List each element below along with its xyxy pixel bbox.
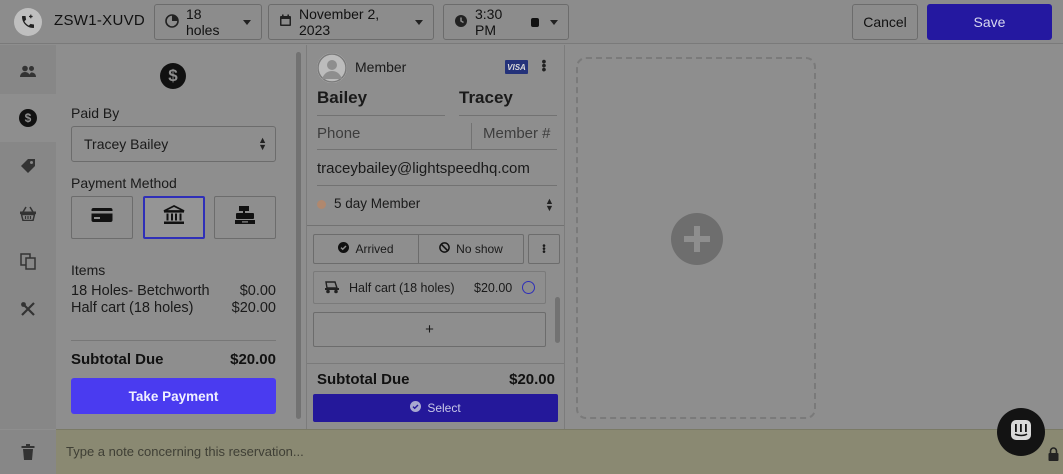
chevron-down-icon: [243, 19, 251, 25]
status-dot: [317, 199, 326, 209]
more-options-icon: • • •: [542, 240, 546, 258]
subtotal-value: $20.00: [509, 371, 555, 388]
membership-select[interactable]: 5 day Member: [317, 196, 420, 211]
select-button[interactable]: Select: [313, 394, 558, 422]
list-item: Half cart (18 holes) $20.00: [71, 300, 276, 316]
save-button[interactable]: Save: [927, 4, 1052, 40]
chat-button[interactable]: [997, 408, 1045, 456]
golf-cart-icon: [324, 280, 340, 297]
check-circle-icon: [410, 401, 422, 415]
check-in-group: Arrived No show: [313, 234, 524, 264]
color-swatch: [531, 17, 539, 27]
chat-icon: [1010, 419, 1032, 446]
clock-icon: [454, 14, 468, 31]
status-more-button[interactable]: • • •: [528, 234, 560, 264]
cart-item-name: Half cart (18 holes): [349, 281, 455, 295]
credit-card-icon: [91, 207, 113, 228]
no-show-label: No show: [456, 242, 503, 256]
item-name: Half cart (18 holes): [71, 300, 194, 316]
sort-icon: ▲ ▼: [258, 135, 267, 152]
bank-button[interactable]: [143, 196, 205, 239]
users-icon[interactable]: [0, 47, 56, 95]
membership-value: 5 day Member: [334, 196, 421, 211]
player-card: Member VISA • • • Bailey Tracey Phone Memb…: [306, 45, 565, 429]
plus-circle-icon[interactable]: [671, 213, 723, 265]
note-bar[interactable]: Type a note concerning this reservation.…: [56, 429, 1063, 474]
time-dropdown[interactable]: 3:30 PM: [443, 4, 569, 40]
reservation-id: ZSW1-XUVD: [54, 12, 146, 29]
scrollbar[interactable]: [296, 52, 301, 419]
phone-field[interactable]: Phone: [317, 125, 360, 142]
check-circle-icon: [338, 242, 350, 256]
scrollbar[interactable]: [555, 297, 560, 343]
lock-icon: [1048, 447, 1059, 466]
dollar-icon[interactable]: $: [0, 94, 56, 142]
first-name-field[interactable]: Bailey: [317, 88, 367, 108]
trash-icon[interactable]: [0, 430, 56, 474]
cart-item-row[interactable]: Half cart (18 holes) $20.00: [313, 271, 546, 304]
dollar-icon: $: [160, 63, 186, 89]
paid-by-select[interactable]: Tracey Bailey ▲ ▼: [71, 126, 276, 162]
no-show-button[interactable]: No show: [418, 235, 523, 263]
paid-by-label: Paid By: [71, 105, 120, 121]
paid-by-value: Tracey Bailey: [84, 136, 169, 152]
date-value: November 2, 2023: [299, 6, 380, 38]
subtotal-label: Subtotal Due: [71, 351, 164, 368]
add-item-button[interactable]: +: [313, 312, 546, 347]
side-rail: $: [0, 45, 56, 429]
ban-icon: [439, 242, 451, 256]
tools-icon[interactable]: [0, 285, 56, 333]
member-type: Member: [355, 59, 407, 75]
last-name-field[interactable]: Tracey: [459, 88, 513, 108]
items-label: Items: [71, 262, 106, 278]
pie-icon: [165, 13, 179, 31]
note-input[interactable]: Type a note concerning this reservation.…: [66, 444, 304, 459]
tag-icon[interactable]: [0, 141, 56, 189]
arrived-label: Arrived: [355, 242, 394, 256]
list-item: 18 Holes- Betchworth $0.00: [71, 283, 276, 299]
cancel-button[interactable]: Cancel: [852, 4, 918, 40]
chevron-down-icon: [415, 19, 423, 25]
visa-card-icon: VISA: [505, 60, 528, 74]
payment-panel: $ Paid By Tracey Bailey ▲ ▼ Payment Metho…: [56, 45, 292, 429]
divider: [71, 340, 276, 341]
radio-circle[interactable]: [522, 281, 535, 294]
divider: [307, 363, 564, 364]
copy-icon[interactable]: [0, 237, 56, 285]
subtotal-label: Subtotal Due: [317, 371, 410, 388]
cash-register-button[interactable]: [214, 196, 276, 239]
take-payment-button[interactable]: Take Payment: [71, 378, 276, 414]
email-field[interactable]: traceybailey@lightspeedhq.com: [317, 160, 530, 177]
item-name: 18 Holes- Betchworth: [71, 283, 210, 299]
subtotal-row: Subtotal Due $20.00: [71, 351, 276, 368]
subtotal-row: Subtotal Due $20.00: [317, 371, 555, 388]
calendar-icon: [279, 14, 292, 30]
holes-value: 18 holes: [186, 6, 220, 38]
more-options-icon[interactable]: • • •: [541, 54, 547, 76]
avatar: [317, 53, 347, 83]
cart-item-price: $20.00: [474, 281, 513, 295]
add-player-slot[interactable]: [576, 57, 816, 419]
payment-method-label: Payment Method: [71, 175, 177, 191]
time-value: 3:30 PM: [475, 6, 503, 38]
subtotal-value: $20.00: [230, 351, 276, 368]
item-price: $0.00: [239, 283, 276, 299]
phone-icon[interactable]: [14, 8, 42, 36]
member-number-field[interactable]: Member #: [483, 125, 551, 142]
cash-register-icon: [234, 205, 256, 230]
top-bar: ZSW1-XUVD 18 holes November 2, 2023 3:30…: [0, 0, 1063, 44]
bank-icon: [163, 204, 185, 230]
date-dropdown[interactable]: November 2, 2023: [268, 4, 434, 40]
holes-dropdown[interactable]: 18 holes: [154, 4, 262, 40]
item-price: $20.00: [231, 300, 276, 316]
chevron-down-icon: [550, 19, 558, 25]
arrived-button[interactable]: Arrived: [314, 235, 418, 263]
basket-icon[interactable]: [0, 189, 56, 237]
credit-card-button[interactable]: [71, 196, 133, 239]
divider: [471, 123, 472, 149]
sort-icon: ▲ ▼: [545, 196, 554, 213]
select-label: Select: [427, 401, 461, 415]
